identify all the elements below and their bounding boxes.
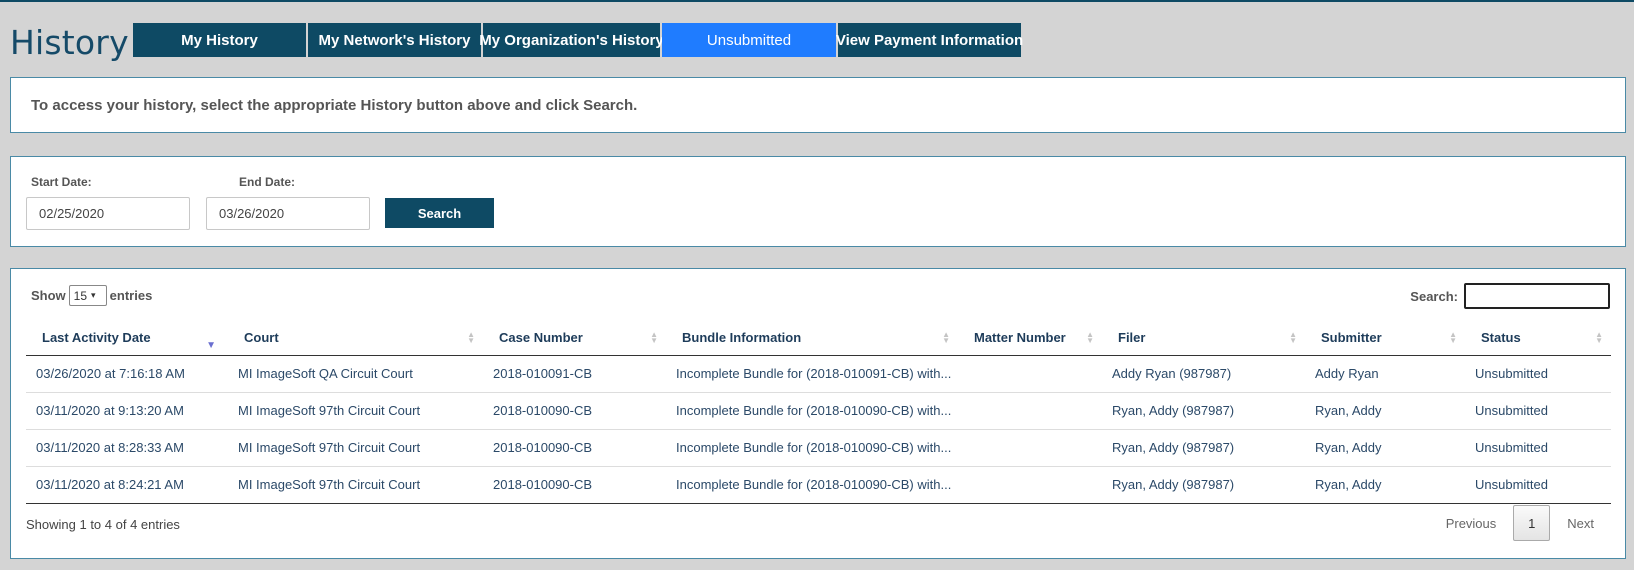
show-label: Show (31, 288, 66, 303)
cell-last-activity: 03/26/2020 at 7:16:18 AM (26, 355, 228, 393)
chevron-down-icon: ▾ (91, 290, 96, 300)
entries-label: entries (109, 288, 153, 303)
tab-my-history[interactable]: My History (133, 23, 306, 57)
date-filter-panel: Start Date: 02/25/2020 End Date: 03/26/2… (10, 156, 1626, 247)
table-row[interactable]: 03/26/2020 at 7:16:18 AM MI ImageSoft QA… (26, 355, 1611, 393)
cell-status: Unsubmitted (1465, 429, 1611, 467)
entries-value: 15 (73, 288, 88, 303)
table-row[interactable]: 03/11/2020 at 8:28:33 AM MI ImageSoft 97… (26, 429, 1611, 467)
cell-submitter: Addy Ryan (1305, 355, 1465, 393)
cell-status: Unsubmitted (1465, 466, 1611, 504)
sort-icon: ▲ ▼ (1086, 329, 1094, 345)
info-text: To access your history, select the appro… (31, 97, 638, 114)
cell-bundle-info: Incomplete Bundle for (2018-010090-CB) w… (666, 392, 958, 430)
page-1-button[interactable]: 1 (1513, 505, 1551, 541)
show-entries: Show 15 ▾ entries (31, 285, 152, 306)
tab-view-payment-information[interactable]: View Payment Information (836, 23, 1023, 57)
cell-filer: Ryan, Addy (987987) (1102, 392, 1305, 430)
cell-court: MI ImageSoft 97th Circuit Court (228, 466, 483, 504)
table-search: Search: (1410, 283, 1610, 309)
col-header-case-number[interactable]: Case Number ▲ ▼ (483, 321, 666, 356)
col-header-court[interactable]: Court ▲ ▼ (228, 321, 483, 356)
entries-select[interactable]: 15 ▾ (68, 285, 107, 306)
cell-matter-number (958, 466, 1102, 504)
cell-last-activity: 03/11/2020 at 9:13:20 AM (26, 392, 228, 430)
cell-last-activity: 03/11/2020 at 8:28:33 AM (26, 429, 228, 467)
cell-bundle-info: Incomplete Bundle for (2018-010090-CB) w… (666, 429, 958, 467)
history-tabs: My History My Network's History My Organ… (133, 23, 1023, 57)
sort-desc-icon: ▼ (206, 340, 216, 351)
start-date-input[interactable]: 02/25/2020 (26, 197, 190, 230)
col-header-matter-number[interactable]: Matter Number ▲ ▼ (958, 321, 1102, 356)
cell-bundle-info: Incomplete Bundle for (2018-010091-CB) w… (666, 355, 958, 393)
cell-case-number: 2018-010090-CB (483, 392, 666, 430)
sort-icon: ▲ ▼ (1595, 329, 1603, 345)
table-row[interactable]: 03/11/2020 at 8:24:21 AM MI ImageSoft 97… (26, 466, 1611, 504)
sort-icon: ▲ ▼ (650, 329, 658, 345)
table-row[interactable]: 03/11/2020 at 9:13:20 AM MI ImageSoft 97… (26, 392, 1611, 430)
cell-last-activity: 03/11/2020 at 8:24:21 AM (26, 466, 228, 504)
info-panel: To access your history, select the appro… (10, 77, 1626, 133)
col-header-status[interactable]: Status ▲ ▼ (1465, 321, 1611, 356)
page-header: History (10, 23, 129, 62)
cell-case-number: 2018-010091-CB (483, 355, 666, 393)
sort-icon: ▲ ▼ (467, 329, 475, 345)
col-header-bundle-information[interactable]: Bundle Information ▲ ▼ (666, 321, 958, 356)
cell-matter-number (958, 355, 1102, 393)
end-date-input[interactable]: 03/26/2020 (206, 197, 370, 230)
cell-case-number: 2018-010090-CB (483, 466, 666, 504)
sort-icon: ▲ ▼ (1289, 329, 1297, 345)
cell-court: MI ImageSoft 97th Circuit Court (228, 392, 483, 430)
table-header-row: Last Activity Date ▼ Court ▲ ▼ Case Number ▲… (26, 321, 1611, 356)
cell-matter-number (958, 429, 1102, 467)
search-button[interactable]: Search (385, 198, 494, 228)
cell-matter-number (958, 392, 1102, 430)
col-header-filer[interactable]: Filer ▲ ▼ (1102, 321, 1305, 356)
table-search-input[interactable] (1464, 283, 1610, 309)
sort-icon: ▲ ▼ (942, 329, 950, 345)
tab-my-networks-history[interactable]: My Network's History (308, 23, 481, 57)
cell-submitter: Ryan, Addy (1305, 429, 1465, 467)
page-title: History (10, 23, 129, 62)
tab-unsubmitted[interactable]: Unsubmitted (662, 23, 836, 57)
cell-status: Unsubmitted (1465, 355, 1611, 393)
cell-status: Unsubmitted (1465, 392, 1611, 430)
col-header-last-activity-date[interactable]: Last Activity Date ▼ (26, 321, 228, 356)
previous-page-button[interactable]: Previous (1429, 505, 1514, 541)
table-info: Showing 1 to 4 of 4 entries (26, 517, 180, 532)
cell-submitter: Ryan, Addy (1305, 392, 1465, 430)
cell-filer: Ryan, Addy (987987) (1102, 429, 1305, 467)
table-search-label: Search: (1410, 288, 1458, 304)
cell-court: MI ImageSoft 97th Circuit Court (228, 429, 483, 467)
cell-filer: Ryan, Addy (987987) (1102, 466, 1305, 504)
start-date-label: Start Date: (31, 175, 92, 189)
history-table-panel: Show 15 ▾ entries Search: Last Activity … (10, 268, 1626, 559)
cell-court: MI ImageSoft QA Circuit Court (228, 355, 483, 393)
cell-filer: Addy Ryan (987987) (1102, 355, 1305, 393)
tab-my-organizations-history[interactable]: My Organization's History (479, 23, 664, 57)
cell-case-number: 2018-010090-CB (483, 429, 666, 467)
end-date-label: End Date: (239, 175, 296, 189)
next-page-button[interactable]: Next (1550, 505, 1611, 541)
sort-icon: ▲ ▼ (1449, 329, 1457, 345)
cell-submitter: Ryan, Addy (1305, 466, 1465, 504)
cell-bundle-info: Incomplete Bundle for (2018-010090-CB) w… (666, 466, 958, 504)
history-table: Last Activity Date ▼ Court ▲ ▼ Case Number ▲… (26, 321, 1611, 504)
col-header-submitter[interactable]: Submitter ▲ ▼ (1305, 321, 1465, 356)
pagination: Previous 1 Next (1429, 505, 1611, 541)
